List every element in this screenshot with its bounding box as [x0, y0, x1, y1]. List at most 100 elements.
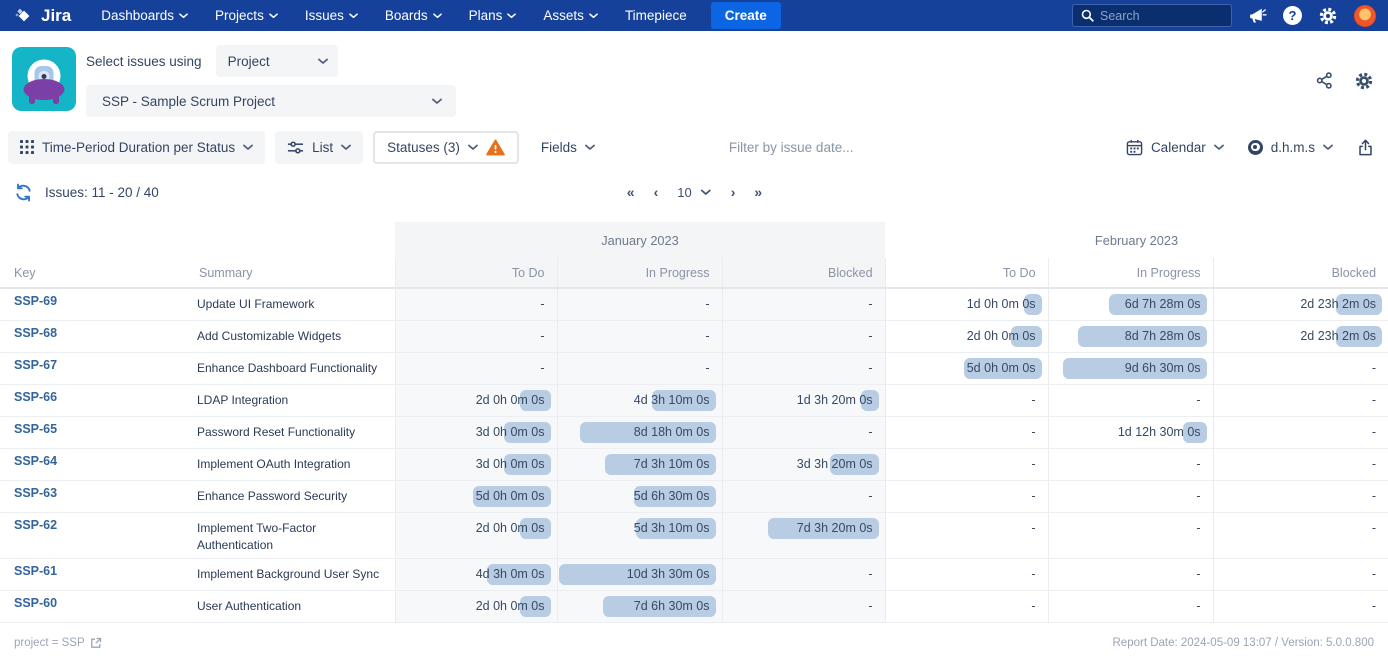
duration-cell: -	[722, 417, 885, 449]
last-page-button[interactable]: »	[754, 184, 761, 200]
column-header-key: Key	[0, 258, 185, 288]
summary-cell: Password Reset Functionality	[185, 417, 395, 449]
duration-cell: 6d 7h 28m 0s	[1048, 288, 1213, 321]
external-link-icon	[90, 637, 102, 649]
jql-filter-link[interactable]: project = SSP	[14, 637, 102, 649]
issue-key-link[interactable]: SSP-63	[14, 486, 57, 500]
previous-page-button[interactable]: ‹	[654, 184, 658, 200]
key-cell: SSP-65	[0, 417, 185, 449]
duration-cell: -	[557, 321, 722, 353]
issue-key-link[interactable]: SSP-68	[14, 326, 57, 340]
issue-date-filter[interactable]: Filter by issue date...	[729, 140, 854, 155]
fields-dropdown[interactable]: Fields	[529, 131, 607, 164]
duration-value: -	[735, 486, 873, 507]
view-mode-dropdown[interactable]: List	[275, 131, 363, 164]
duration-value: -	[735, 564, 873, 585]
global-search[interactable]	[1072, 4, 1232, 27]
issue-source-select[interactable]: Project	[216, 45, 338, 77]
duration-value: -	[898, 422, 1036, 443]
duration-value: 7d 3h 10m 0s	[570, 454, 710, 475]
duration-cell: 2d 0h 0m 0s	[395, 513, 557, 559]
duration-cell: -	[1048, 385, 1213, 417]
duration-cell: 2d 0h 0m 0s	[395, 591, 557, 623]
first-page-button[interactable]: «	[627, 184, 634, 200]
duration-value: 2d 0h 0m 0s	[408, 518, 545, 539]
search-input[interactable]	[1100, 9, 1223, 23]
issue-key-link[interactable]: SSP-61	[14, 564, 57, 578]
issue-key-link[interactable]: SSP-66	[14, 390, 57, 404]
duration-cell: 9d 6h 30m 0s	[1048, 353, 1213, 385]
duration-cell: 1d 3h 20m 0s	[722, 385, 885, 417]
column-header-status: In Progress	[1048, 258, 1213, 288]
duration-value: 8d 7h 28m 0s	[1061, 326, 1201, 347]
duration-cell: -	[722, 353, 885, 385]
key-cell: SSP-64	[0, 449, 185, 481]
duration-format-dropdown[interactable]: d.h.m.s	[1248, 140, 1333, 155]
duration-cell: -	[1213, 513, 1388, 559]
nav-item-assets[interactable]: Assets	[543, 8, 598, 23]
top-navbar: Jira Dashboards Projects Issues Boards Plans…	[0, 0, 1388, 31]
summary-cell: User Authentication	[185, 591, 395, 623]
summary-cell: Enhance Password Security	[185, 481, 395, 513]
jira-brand[interactable]: Jira	[14, 6, 71, 26]
duration-cell: 4d 3h 10m 0s	[557, 385, 722, 417]
duration-cell: 7d 3h 20m 0s	[722, 513, 885, 559]
duration-cell: -	[722, 559, 885, 591]
issue-row: SSP-62Implement Two-Factor Authenticatio…	[0, 513, 1388, 559]
table-corner	[0, 222, 395, 258]
help-icon[interactable]: ?	[1283, 6, 1302, 25]
create-button[interactable]: Create	[711, 2, 781, 29]
duration-cell: 1d 0h 0m 0s	[885, 288, 1048, 321]
column-header-status: To Do	[395, 258, 557, 288]
share-icon[interactable]	[1315, 71, 1334, 90]
nav-item-plans[interactable]: Plans	[469, 8, 517, 23]
pagination-row: Issues: 11 - 20 / 40 « ‹ 10 › »	[0, 168, 1388, 216]
settings-gear-icon[interactable]	[1318, 6, 1338, 26]
duration-cell: -	[885, 481, 1048, 513]
report-settings-gear-icon[interactable]	[1354, 71, 1374, 91]
duration-value: -	[735, 358, 873, 379]
calendar-icon	[1126, 139, 1143, 156]
key-cell: SSP-61	[0, 559, 185, 591]
duration-value: 7d 6h 30m 0s	[570, 596, 710, 617]
issue-key-link[interactable]: SSP-64	[14, 454, 57, 468]
fields-label: Fields	[541, 140, 577, 155]
report-type-dropdown[interactable]: Time-Period Duration per Status	[8, 131, 265, 164]
nav-item-timepiece[interactable]: Timepiece	[625, 8, 687, 23]
summary-cell: Update UI Framework	[185, 288, 395, 321]
key-cell: SSP-66	[0, 385, 185, 417]
duration-value: -	[408, 358, 545, 379]
issue-key-link[interactable]: SSP-69	[14, 294, 57, 308]
user-avatar[interactable]	[1354, 5, 1376, 27]
duration-value: -	[1226, 422, 1377, 443]
nav-item-boards[interactable]: Boards	[385, 8, 442, 23]
issue-key-link[interactable]: SSP-67	[14, 358, 57, 372]
duration-value: 1d 3h 20m 0s	[735, 390, 873, 411]
duration-format-icon	[1248, 140, 1263, 155]
statuses-dropdown[interactable]: Statuses (3)	[373, 131, 519, 164]
nav-item-issues[interactable]: Issues	[305, 8, 358, 23]
duration-value: -	[1061, 390, 1201, 411]
issue-key-link[interactable]: SSP-65	[14, 422, 57, 436]
page-size-select[interactable]: 10	[677, 185, 710, 200]
duration-value: 5d 0h 0m 0s	[408, 486, 545, 507]
issue-row: SSP-60 User Authentication2d 0h 0m 0s 7d 6…	[0, 591, 1388, 623]
announcements-icon[interactable]	[1248, 7, 1267, 24]
duration-value: -	[408, 294, 545, 315]
nav-item-dashboards[interactable]: Dashboards	[101, 8, 188, 23]
issues-range-label: Issues: 11 - 20 / 40	[45, 185, 159, 200]
export-icon[interactable]	[1357, 138, 1374, 157]
duration-cell: 2d 23h 2m 0s	[1213, 288, 1388, 321]
next-page-button[interactable]: ›	[731, 184, 735, 200]
issue-key-link[interactable]: SSP-62	[14, 518, 57, 532]
project-select[interactable]: SSP - Sample Scrum Project	[86, 85, 456, 117]
nav-item-projects[interactable]: Projects	[215, 8, 278, 23]
duration-value: 5d 0h 0m 0s	[898, 358, 1036, 379]
duration-cell: -	[1213, 449, 1388, 481]
refresh-icon[interactable]	[14, 183, 33, 202]
issue-row: SSP-69Update UI Framework---1d 0h 0m 0s6…	[0, 288, 1388, 321]
issue-key-link[interactable]: SSP-60	[14, 596, 57, 610]
nav-items: Dashboards Projects Issues Boards Plans Asset…	[101, 8, 686, 23]
calendar-dropdown[interactable]: Calendar	[1126, 139, 1224, 156]
duration-cell: -	[1213, 481, 1388, 513]
